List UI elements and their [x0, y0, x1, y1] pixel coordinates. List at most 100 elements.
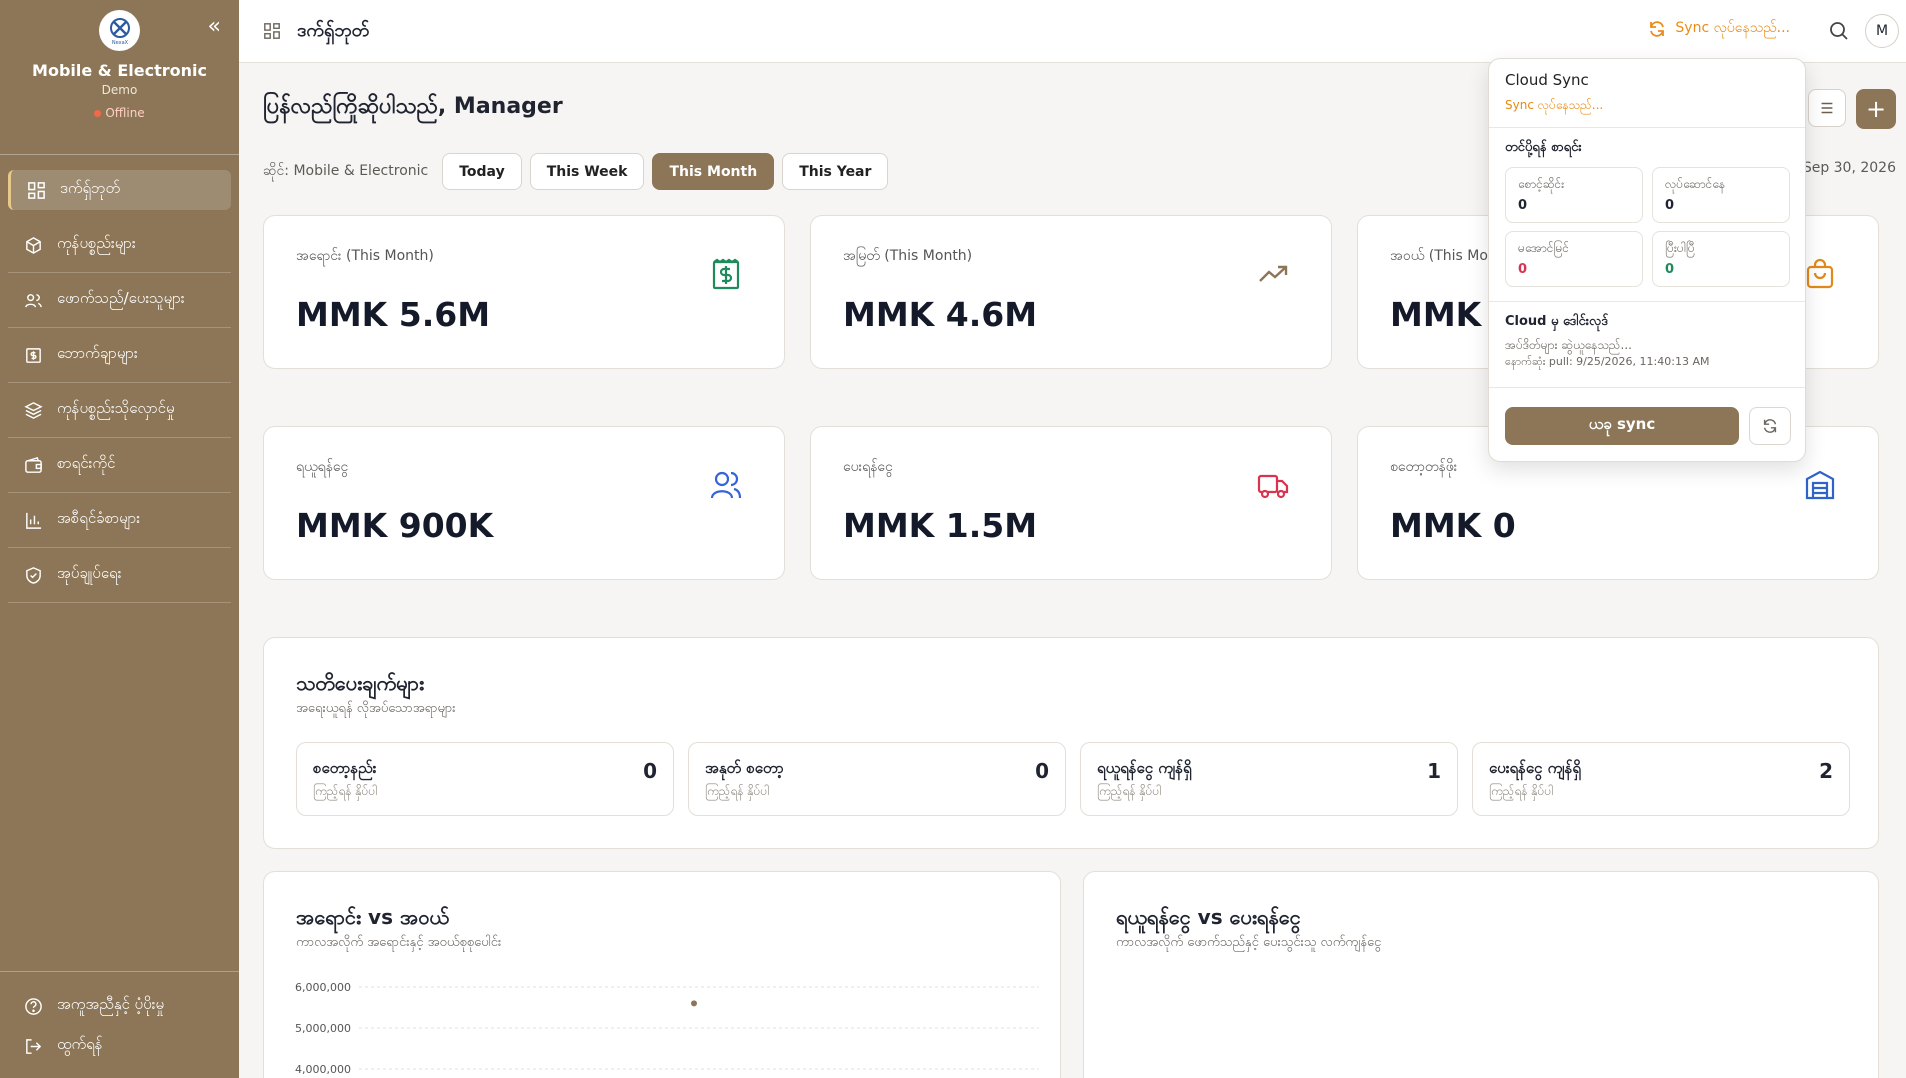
sidebar-item-products[interactable]: ကုန်ပစ္စည်းများ: [8, 218, 231, 273]
store-label: ဆိုင်: Mobile & Electronic: [263, 163, 429, 179]
kpi-value: MMK 1.5M: [843, 506, 1038, 545]
alert-payable-outstanding[interactable]: ပေးရန်ငွေ ကျန်ရှိ ကြည့်ရန် နှိပ်ပါ 2: [1472, 742, 1850, 816]
alert-hint: ကြည့်ရန် နှိပ်ပါ: [705, 784, 770, 798]
kpi-value: MMK 0: [1390, 506, 1516, 545]
queue-processing-box: လုပ်ဆောင်နေ 0: [1652, 167, 1790, 223]
filter-this-year-button[interactable]: This Year: [782, 153, 889, 190]
refresh-icon: [1763, 419, 1777, 433]
list-view-button[interactable]: [1808, 89, 1846, 127]
filter-this-month-button[interactable]: This Month: [652, 153, 775, 190]
alert-name: စတော့နည်း: [313, 759, 377, 777]
page-title: ဒက်ရှ်ဘုတ်: [297, 19, 370, 41]
cloud-pull-heading: Cloud မှ ဒေါင်းလုဒ်: [1505, 314, 1609, 329]
alerts-title: သတိပေးချက်များ: [296, 671, 425, 695]
sidebar-item-reports[interactable]: အစီရင်ခံစာများ: [8, 493, 231, 548]
sidebar-item-accounting[interactable]: စာရင်းကိုင်: [8, 438, 231, 493]
sync-status-button[interactable]: Sync လုပ်နေသည်...: [1647, 18, 1790, 39]
brand-logo: NexaX: [99, 10, 140, 51]
kpi-label: အရောင်း (This Month): [296, 248, 434, 264]
kpi-card-profit: အမြတ် (This Month) MMK 4.6M: [810, 215, 1332, 369]
alert-name: ရယူရန်ငွေ ကျန်ရှိ: [1097, 759, 1192, 777]
brand-subtitle: Demo: [101, 83, 138, 97]
alert-name: အနုတ် စတော့: [705, 759, 784, 777]
connection-status-label: Offline: [105, 106, 145, 120]
refresh-button[interactable]: [1749, 407, 1791, 445]
alert-negative-stock[interactable]: အနုတ် စတော့ ကြည့်ရန် နှိပ်ပါ 0: [688, 742, 1066, 816]
add-new-button[interactable]: +: [1856, 89, 1896, 129]
alert-receivable-outstanding[interactable]: ရယူရန်ငွေ ကျန်ရှိ ကြည့်ရန် နှိပ်ပါ 1: [1080, 742, 1458, 816]
warehouse-icon: [1805, 470, 1835, 500]
sidebar-item-label: စာရင်းကိုင်: [57, 454, 116, 472]
logout-icon: [26, 1038, 42, 1054]
shopping-bag-icon: [1806, 258, 1834, 289]
kpi-card-receivable: ရယူရန်ငွေ MMK 900K: [263, 426, 785, 580]
queue-box-value: 0: [1665, 198, 1675, 213]
sync-status-label: Sync လုပ်နေသည်...: [1675, 20, 1790, 36]
sidebar-item-administration[interactable]: အုပ်ချုပ်ရေး: [8, 548, 231, 603]
chart-card-sales-vs-purchases: အရောင်း vs အဝယ် ကာလအလိုက် အရောင်းနှင့် အ…: [263, 871, 1061, 1078]
queue-box-value: 0: [1518, 262, 1528, 277]
filter-this-week-button[interactable]: This Week: [529, 153, 645, 190]
alerts-subtitle: အရေးယူရန် လိုအပ်သောအရာများ: [296, 701, 456, 716]
help-icon: [25, 997, 42, 1015]
plus-icon: +: [1865, 95, 1887, 123]
greeting-heading: ပြန်လည်ကြိုဆိုပါသည်, Manager: [263, 94, 563, 119]
alert-hint: ကြည့်ရန် နှိပ်ပါ: [313, 784, 378, 798]
sync-now-button[interactable]: ယခု sync: [1505, 407, 1739, 445]
divider: [1489, 301, 1805, 302]
logout-button[interactable]: ထွက်ရန်: [8, 1026, 231, 1066]
last-pull-time: နောက်ဆုံး pull: 9/25/2026, 11:40:13 AM: [1505, 355, 1710, 368]
cloud-sync-popover: Cloud Sync Sync လုပ်နေသည်... တင်ပို့ရန် …: [1488, 58, 1806, 462]
chart-title: ရယူရန်ငွေ vs ပေးရန်ငွေ: [1116, 905, 1301, 929]
search-icon[interactable]: [1828, 20, 1850, 42]
offline-dot-icon: [94, 109, 102, 117]
sidebar-item-label: ဘောက်ချာများ: [57, 344, 138, 362]
popover-title: Cloud Sync: [1505, 71, 1589, 89]
sidebar-item-label: ဒက်ရှ်ဘုတ်: [60, 179, 121, 197]
svg-text:NexaX: NexaX: [111, 40, 128, 46]
filter-today-button[interactable]: Today: [442, 153, 522, 190]
trending-up-icon: [1259, 265, 1288, 282]
grid-icon: [264, 23, 280, 39]
sidebar: NexaX « Mobile & Electronic Demo Offline…: [0, 0, 239, 1078]
box-icon: [26, 236, 41, 254]
alert-count: 1: [1427, 759, 1441, 783]
sidebar-bottom: အကူအညီနှင့် ပံ့ပိုးမှု ထွက်ရန်: [0, 971, 239, 1078]
sidebar-item-vouchers[interactable]: ဘောက်ချာများ: [8, 328, 231, 383]
queue-box-label: လုပ်ဆောင်နေ: [1665, 177, 1726, 191]
grid-icon: [28, 181, 45, 199]
queue-pending-box: စောင့်ဆိုင်း 0: [1505, 167, 1643, 223]
menu-lines-icon: [1821, 102, 1833, 114]
users-icon: [710, 471, 742, 499]
y-tick-label: 6,000,000: [295, 981, 351, 994]
collapse-sidebar-icon[interactable]: «: [208, 14, 221, 39]
help-support-label: အကူအညီနှင့် ပံ့ပိုးမှု: [57, 995, 165, 1013]
kpi-label: ရယူရန်ငွေ: [296, 459, 349, 475]
alert-low-stock[interactable]: စတော့နည်း ကြည့်ရန် နှိပ်ပါ 0: [296, 742, 674, 816]
help-support-link[interactable]: အကူအညီနှင့် ပံ့ပိုးမှု: [8, 986, 231, 1026]
alert-count: 0: [1035, 759, 1049, 783]
kpi-value: MMK 5.6M: [296, 295, 491, 334]
queue-done-box: ပြီးပါပြီ 0: [1652, 231, 1790, 287]
alert-count: 0: [643, 759, 657, 783]
layers-icon: [24, 401, 43, 419]
chart-point[interactable]: [691, 1000, 697, 1007]
divider: [1489, 387, 1805, 388]
bar-chart-icon: [26, 512, 42, 529]
brand-name: Mobile & Electronic: [32, 61, 207, 80]
brand-logo-icon: NexaX: [109, 17, 130, 46]
sidebar-item-label: ကုန်ပစ္စည်းသိုလှောင်မှု: [57, 399, 175, 417]
queue-box-label: စောင့်ဆိုင်း: [1518, 177, 1565, 191]
sidebar-item-customers[interactable]: ဖောက်သည်/ပေးသူများ: [8, 273, 231, 328]
logout-label: ထွက်ရန်: [57, 1035, 103, 1053]
sidebar-item-inventory[interactable]: ကုန်ပစ္စည်းသိုလှောင်မှု: [8, 383, 231, 438]
queue-box-value: 0: [1665, 262, 1675, 277]
sidebar-item-dashboard[interactable]: ဒက်ရှ်ဘုတ်: [8, 170, 231, 210]
users-icon: [25, 293, 42, 307]
truck-icon: [1257, 474, 1289, 499]
y-tick-label: 4,000,000: [295, 1063, 351, 1076]
dollar-receipt-icon: [712, 258, 740, 290]
chart-subtitle: ကာလအလိုက် ဖောက်သည်နှင့် ပေးသွင်းသူ လက်ကျ…: [1116, 935, 1382, 950]
avatar[interactable]: M: [1865, 14, 1899, 48]
divider: [1489, 127, 1805, 128]
